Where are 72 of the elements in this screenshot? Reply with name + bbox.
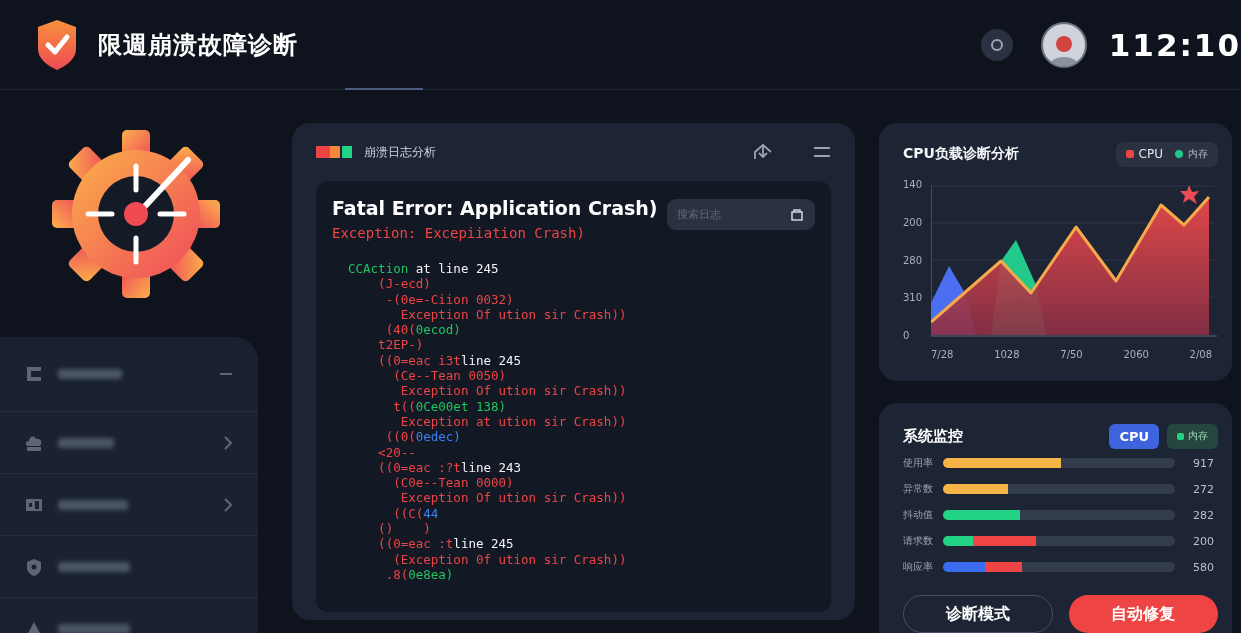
menu-icon[interactable]	[813, 146, 831, 158]
chart-title: CPU负载诊断分析	[903, 145, 1019, 163]
blurred-label	[58, 369, 122, 379]
shield-icon	[24, 556, 44, 577]
blurred-label	[58, 437, 114, 448]
code-line: (J-ecd)	[377, 276, 431, 292]
metric-value: 580	[1193, 560, 1214, 574]
metric-value: 200	[1193, 534, 1214, 548]
metric-label: 请求数	[903, 534, 934, 548]
shield-check-icon	[36, 18, 78, 71]
metric-label: 响应率	[903, 560, 934, 574]
axis-tick-label: 1028	[994, 349, 1020, 360]
panel-title: 崩溃日志分析	[364, 143, 436, 161]
code-line: Exception at ution sir Crash))	[399, 413, 627, 430]
axis-tick-label: 7/28	[931, 349, 954, 360]
axis-tick-label: 2/08	[1189, 349, 1212, 360]
axis-tick-label: 200	[903, 216, 924, 228]
metric-label: 异常数	[903, 482, 934, 496]
metric-label: 抖动值	[903, 508, 934, 522]
axis-tick-label: 7/50	[1060, 349, 1083, 360]
exception-message: Exception: Excepiiation Crash)	[332, 225, 586, 241]
code-line: ((0=eac i3tline 245	[377, 352, 522, 369]
axis-tick-label: 140	[903, 179, 924, 190]
card-title: 系统监控	[903, 426, 963, 446]
e-shape-icon	[24, 364, 44, 384]
axis-tick-label: 0	[903, 330, 911, 341]
filter-chip[interactable]: 内存	[1167, 423, 1218, 449]
clock-time: 112:10	[1108, 26, 1241, 63]
star-marker	[1180, 185, 1199, 204]
code-line: Exception Of ution sir Crash))	[399, 306, 627, 323]
share-icon[interactable]	[753, 143, 773, 161]
chevron-right-icon	[224, 435, 232, 450]
code-line: -(0e=-Ciion 0032)	[384, 291, 514, 307]
status-blocks-icon	[316, 146, 352, 158]
code-line: t((0Ce00et 138)	[392, 398, 507, 414]
code-line: ((0=eac :tline 245	[377, 536, 514, 552]
code-line: CCAction at line 245	[348, 261, 499, 277]
metric-value: 917	[1193, 456, 1214, 470]
code-line: (Exception 0f ution sir Crash))	[392, 551, 627, 567]
metric-label: 使用率	[903, 456, 934, 470]
code-line: (40(0ecod)	[384, 322, 461, 338]
minus-icon	[220, 373, 232, 375]
axis-tick-label: 310	[903, 292, 924, 304]
code-line: (C0e--Tean 0000)	[392, 475, 514, 491]
code-line: Exception Of ution sir Crash))	[399, 490, 627, 506]
legend-label: 内存	[1188, 147, 1208, 161]
status-button[interactable]	[980, 28, 1013, 61]
code-line: Exception Of ution sir Crash))	[399, 383, 627, 399]
clipboard-icon[interactable]	[791, 209, 803, 221]
code-line: t2EP-)	[377, 337, 424, 353]
code-line: ((C(44	[392, 505, 439, 522]
code-line: .8(0e8ea)	[384, 566, 454, 583]
gear-gauge-icon	[52, 130, 220, 298]
code-line: ((0(0edec)	[384, 429, 461, 445]
metric-value: 272	[1193, 482, 1214, 496]
code-line: <20--	[377, 444, 416, 460]
filter-chip[interactable]: CPU	[1109, 423, 1159, 449]
ring-icon	[989, 37, 1004, 52]
app-title: 限週崩溃故障诊断	[98, 29, 298, 61]
legend-label: CPU	[1138, 147, 1163, 161]
chevron-right-icon	[224, 497, 232, 512]
blurred-label	[58, 623, 130, 633]
code-line: ((0=eac :?tline 243	[377, 459, 522, 476]
blurred-label	[58, 499, 128, 510]
code-line: (Ce--Tean 0050)	[392, 368, 507, 384]
axis-tick-label: 280	[903, 254, 924, 266]
error-title: Fatal Error: Application Crash)	[332, 197, 658, 219]
code-line: () )	[377, 521, 431, 537]
axis-tick-label: 2060	[1123, 349, 1149, 360]
metric-value: 282	[1193, 508, 1214, 522]
blurred-label	[58, 561, 130, 572]
action-button[interactable]: 自动修复	[1068, 595, 1218, 633]
